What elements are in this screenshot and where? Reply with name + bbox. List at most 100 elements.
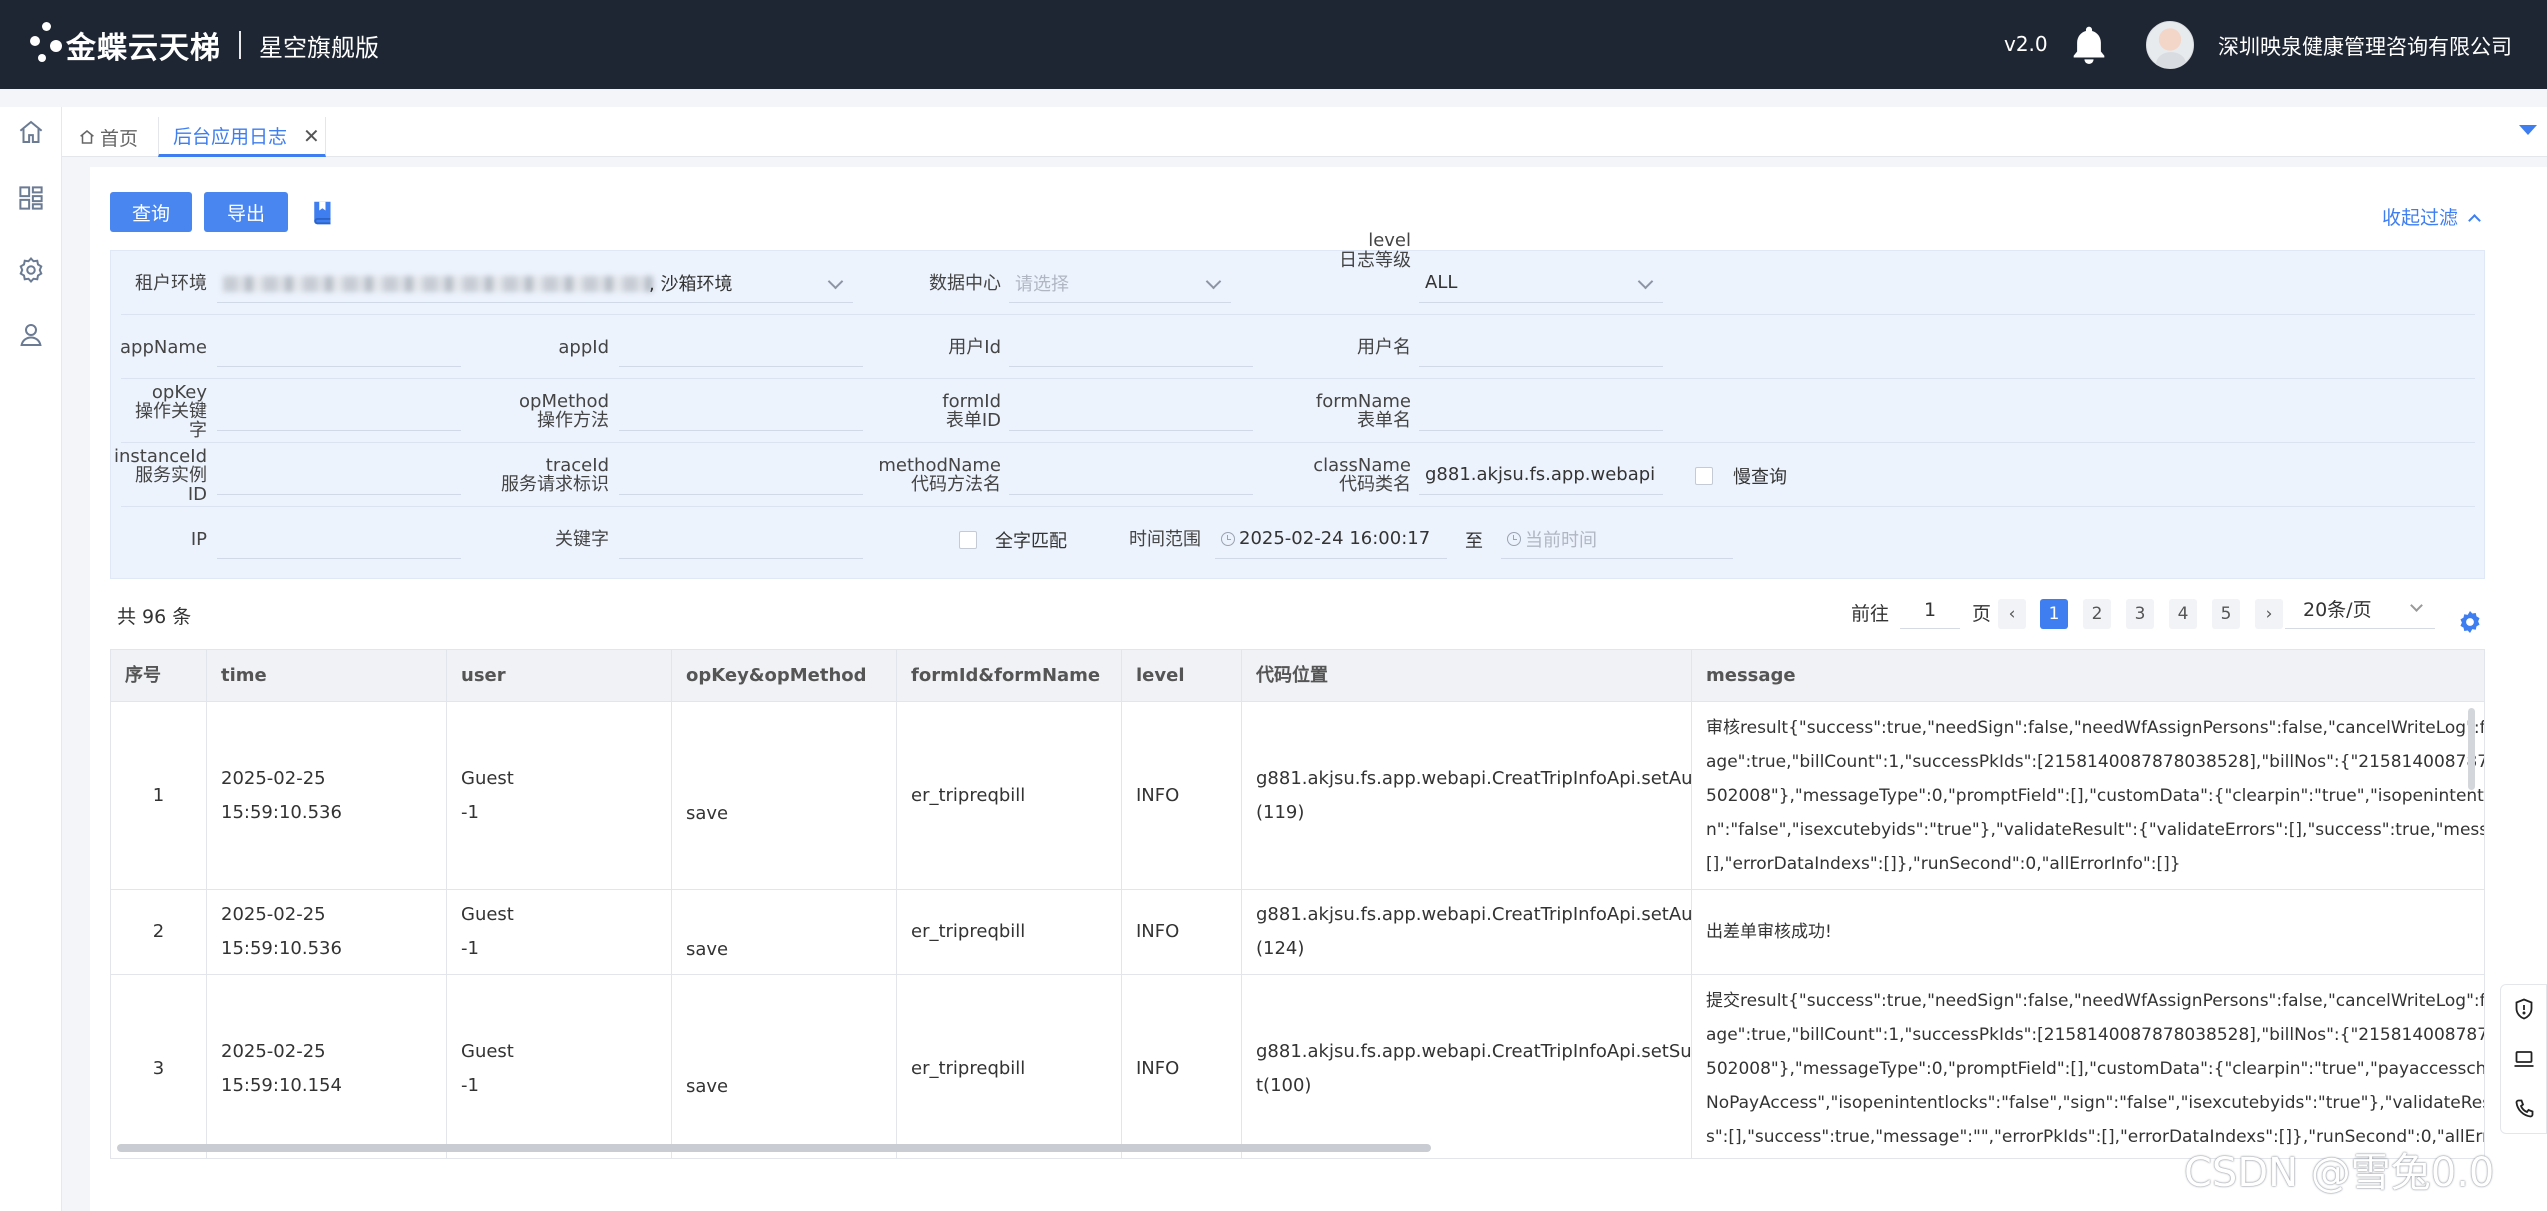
tab-home[interactable]: 首页 — [78, 117, 138, 157]
classname-label: className 代码类名 — [1313, 455, 1411, 495]
page-button[interactable]: 2 — [2083, 599, 2111, 629]
opkey-label: opKey 操作关键字 — [135, 381, 207, 441]
bell-icon[interactable] — [2066, 22, 2112, 68]
slowquery-label: 慢查询 — [1733, 467, 1787, 488]
tabs-dropdown-icon[interactable] — [2519, 125, 2537, 135]
keyword-label: 关键字 — [555, 528, 609, 550]
home-tab-icon — [80, 130, 94, 144]
cell-form: er_tripreqbill — [897, 702, 1122, 889]
datacenter-select[interactable]: 请选择 — [1009, 263, 1231, 303]
chevron-down-icon — [1637, 273, 1654, 290]
page-button[interactable]: 1 — [2040, 599, 2068, 629]
cell-code: g881.akjsu.fs.app.webapi.CreatTripInfoAp… — [1242, 975, 1692, 1158]
horizontal-scrollbar[interactable] — [117, 1144, 1431, 1152]
page-size-select[interactable]: 20条/页 — [2285, 591, 2435, 629]
cell-form: er_tripreqbill — [897, 890, 1122, 974]
cell-op: save — [672, 702, 897, 889]
collapse-filter-link[interactable]: 收起过滤 — [2382, 203, 2481, 230]
datacenter-placeholder: 请选择 — [1015, 273, 1069, 295]
column-header[interactable]: message — [1692, 650, 2484, 702]
username-input[interactable] — [1419, 327, 1663, 367]
opmethod-input[interactable] — [619, 391, 863, 431]
log-table: 序号 time user opKey&opMethod formId&formN… — [110, 649, 2485, 1159]
cell-index: 3 — [111, 975, 207, 1158]
opkey-input[interactable] — [217, 391, 461, 431]
appname-input[interactable] — [217, 327, 461, 367]
tab-app-log[interactable]: 后台应用日志 ✕ — [158, 117, 326, 157]
username-label: 用户名 — [1357, 336, 1411, 358]
vertical-scrollbar[interactable] — [2468, 708, 2475, 790]
page-button[interactable]: 3 — [2126, 599, 2154, 629]
formid-label: formId 表单ID — [942, 391, 1001, 431]
cell-time: 2025-02-25 15:59:10.536 — [207, 702, 447, 889]
page-unit-label: 页 — [1972, 602, 1992, 625]
formname-input[interactable] — [1419, 391, 1663, 431]
userid-input[interactable] — [1009, 327, 1253, 367]
time-end-input[interactable]: 当前时间 — [1501, 519, 1733, 559]
gear-icon[interactable] — [2457, 609, 2483, 635]
column-header[interactable]: level — [1122, 650, 1242, 702]
column-header[interactable]: 代码位置 — [1242, 650, 1692, 702]
clock-icon — [1221, 531, 1235, 546]
book-icon[interactable] — [308, 198, 338, 228]
home-icon[interactable] — [16, 117, 46, 147]
cell-message: 出差单审核成功! — [1706, 922, 1832, 942]
column-header[interactable]: opKey&opMethod — [672, 650, 897, 702]
cell-message: 审核result{"success":true,"needSign":false… — [1706, 717, 2485, 874]
tabs-bar: 首页 后台应用日志 ✕ — [62, 107, 2547, 157]
filter-form: 租户环境 , 沙箱环境 数据中心 请选择 level 日志等级 ALL appN… — [110, 231, 2485, 579]
page-button[interactable]: 5 — [2212, 599, 2240, 629]
column-header[interactable]: user — [447, 650, 672, 702]
table-row[interactable]: 3 2025-02-25 15:59:10.154 Guest -1 save e… — [111, 975, 2485, 1158]
logo-mark-icon — [24, 18, 64, 72]
page-button[interactable]: 4 — [2169, 599, 2197, 629]
table-header: 序号 time user opKey&opMethod formId&formN… — [111, 650, 2484, 702]
formname-label: formName 表单名 — [1315, 391, 1411, 431]
level-select[interactable]: ALL — [1419, 263, 1663, 303]
apps-icon[interactable] — [16, 183, 46, 213]
appid-label: appId — [558, 336, 609, 358]
goto-page-input[interactable]: 1 — [1900, 591, 1960, 629]
column-header[interactable]: time — [207, 650, 447, 702]
table-row[interactable]: 1 2025-02-25 15:59:10.536 Guest -1 save e… — [111, 702, 2485, 890]
keyword-input[interactable] — [619, 519, 863, 559]
column-header[interactable]: formId&formName — [897, 650, 1122, 702]
shield-icon[interactable] — [2512, 997, 2536, 1021]
company-name[interactable]: 深圳映泉健康管理咨询有限公司 — [2218, 31, 2512, 61]
phone-icon[interactable] — [2512, 1097, 2536, 1121]
fullmatch-checkbox[interactable] — [959, 531, 977, 549]
user-icon[interactable] — [16, 320, 46, 350]
filter-row: appName appId 用户Id 用户名 — [120, 315, 2475, 379]
cell-message: 提交result{"success":true,"needSign":false… — [1706, 990, 2485, 1147]
tenant-select[interactable]: , 沙箱环境 — [217, 263, 853, 303]
ip-input[interactable] — [217, 519, 461, 559]
watermark: CSDN @雪兔0.0 — [2184, 1150, 2495, 1196]
fullmatch-label: 全字匹配 — [995, 531, 1067, 552]
instanceid-input[interactable] — [217, 455, 461, 495]
next-page-button[interactable]: › — [2255, 599, 2283, 629]
appid-input[interactable] — [619, 327, 863, 367]
classname-input[interactable]: g881.akjsu.fs.app.webapi — [1419, 455, 1663, 495]
clock-icon — [1507, 531, 1521, 546]
formid-input[interactable] — [1009, 391, 1253, 431]
prev-page-button[interactable]: ‹ — [1998, 599, 2026, 629]
ip-label: IP — [190, 528, 207, 550]
time-start-input[interactable]: 2025-02-24 16:00:17 — [1215, 519, 1447, 559]
close-icon[interactable]: ✕ — [303, 124, 320, 148]
query-button[interactable]: 查询 — [110, 192, 192, 232]
cell-index: 1 — [111, 702, 207, 889]
traceid-input[interactable] — [619, 455, 863, 495]
cell-op: save — [672, 975, 897, 1158]
logo-brand: 金蝶云天梯 — [66, 31, 221, 66]
slowquery-checkbox[interactable] — [1695, 467, 1713, 485]
tab-app-log-label: 后台应用日志 — [173, 126, 288, 148]
table-row[interactable]: 2 2025-02-25 15:59:10.536 Guest -1 save e… — [111, 890, 2484, 975]
settings-icon[interactable] — [16, 255, 46, 285]
methodname-input[interactable] — [1009, 455, 1253, 495]
export-button[interactable]: 导出 — [204, 192, 288, 232]
column-header[interactable]: 序号 — [111, 650, 207, 702]
avatar[interactable] — [2146, 21, 2194, 69]
instanceid-label: instanceId 服务实例ID — [114, 445, 207, 505]
laptop-icon[interactable] — [2512, 1047, 2536, 1071]
logo[interactable]: 金蝶云天梯 星空旗舰版 — [24, 18, 379, 72]
